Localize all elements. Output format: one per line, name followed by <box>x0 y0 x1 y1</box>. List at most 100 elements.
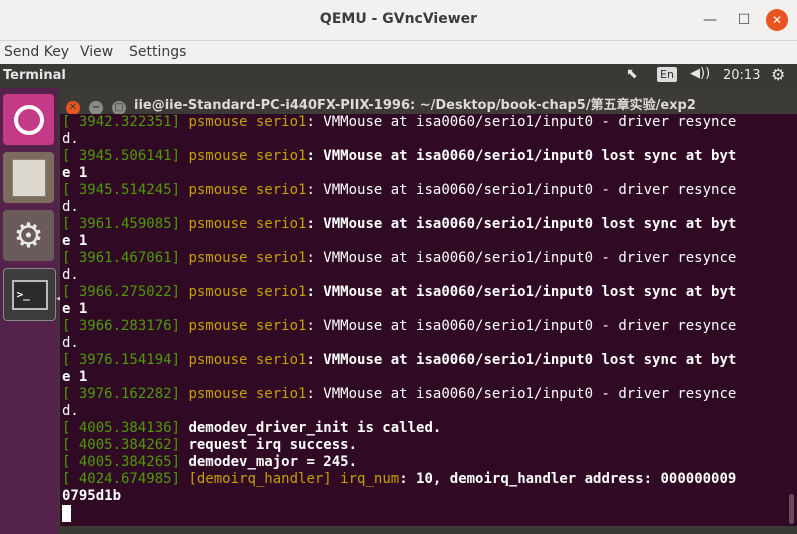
terminal-line: d. <box>62 199 79 216</box>
terminal-titlebar: ✕ − □ iie@iie-Standard-PC-i440FX-PIIX-19… <box>60 90 797 115</box>
terminal-source: psmouse <box>180 148 256 164</box>
terminal-timestamp: [ 4005.384262] <box>62 437 181 453</box>
ubuntu-dash-icon[interactable] <box>3 94 54 145</box>
terminal-line: d. <box>62 267 79 284</box>
terminal-line: [ 4024.674985] [demoirq_handler] irq_num… <box>62 471 736 488</box>
terminal-device: serio1 <box>255 318 307 334</box>
terminal-line: [ 3961.459085] psmouse serio1: VMMouse a… <box>62 216 736 233</box>
terminal-message: : VMMouse at isa0060/serio1/input0 - dri… <box>306 386 737 402</box>
menu-send-key[interactable]: Send Key <box>4 44 69 60</box>
scrollbar-thumb[interactable] <box>789 494 794 524</box>
terminal-message: : VMMouse at isa0060/serio1/input0 lost … <box>306 148 737 164</box>
terminal-timestamp: [ 3961.459085] <box>62 216 181 232</box>
terminal-message: : VMMouse at isa0060/serio1/input0 lost … <box>306 216 737 232</box>
terminal-device: serio1 <box>255 148 307 164</box>
terminal-timestamp: [ 4005.384265] <box>62 454 181 470</box>
terminal-line: [ 3942.322351] psmouse serio1: VMMouse a… <box>62 114 736 131</box>
terminal-prompt-icon: >_ <box>11 279 48 310</box>
terminal-device: serio1 <box>255 284 307 300</box>
active-app-name: Terminal <box>3 68 66 83</box>
terminal-message: e 1 <box>62 165 88 181</box>
terminal-message: : 10, demoirq_handler address: 000000009 <box>399 471 737 487</box>
settings-icon[interactable]: ⚙ <box>3 210 54 261</box>
terminal-message: request irq success. <box>180 437 358 453</box>
terminal-line: [ 3966.283176] psmouse serio1: VMMouse a… <box>62 318 736 335</box>
terminal-line: d. <box>62 131 79 148</box>
terminal-line: [ 4005.384265] demodev_major = 245. <box>62 454 357 471</box>
terminal-line: e 1 <box>62 301 87 318</box>
terminal-timestamp: [ 3961.467061] <box>62 250 181 266</box>
input-language-indicator[interactable]: En <box>657 67 677 82</box>
terminal-source: psmouse <box>180 216 256 232</box>
terminal-message: demodev_driver_init is called. <box>180 420 442 436</box>
terminal-device: serio1 <box>255 114 307 130</box>
terminal-source: psmouse <box>180 182 256 198</box>
terminal-timestamp: [ 3976.162282] <box>62 386 181 402</box>
qemu-titlebar: QEMU - GVncViewer — ☐ ✕ <box>0 0 797 41</box>
terminal-timestamp: [ 3945.506141] <box>62 148 181 164</box>
terminal-source: psmouse <box>180 250 256 266</box>
terminal-message: e 1 <box>62 233 88 249</box>
terminal-device: serio1 <box>255 250 307 266</box>
terminal-cursor <box>62 505 71 522</box>
volume-icon[interactable]: ◀)) <box>690 66 710 81</box>
window-title: QEMU - GVncViewer <box>319 11 478 27</box>
maximize-button[interactable]: ☐ <box>732 8 756 32</box>
terminal-message: : VMMouse at isa0060/serio1/input0 - dri… <box>306 250 737 266</box>
terminal-message: d. <box>62 131 79 147</box>
terminal-device: serio1 <box>255 352 307 368</box>
terminal-message: d. <box>62 267 79 283</box>
minimize-button[interactable]: — <box>698 8 722 32</box>
terminal-source: psmouse <box>180 386 256 402</box>
terminal-message: d. <box>62 199 79 215</box>
terminal-device: serio1 <box>255 182 307 198</box>
terminal-line: [ 3966.275022] psmouse serio1: VMMouse a… <box>62 284 736 301</box>
guest-top-panel: Terminal ⬉ En ◀)) 20:13 ⚙ <box>0 64 797 88</box>
terminal-line: e 1 <box>62 165 87 182</box>
terminal-line: e 1 <box>62 233 87 250</box>
terminal-line: [ 3961.467061] psmouse serio1: VMMouse a… <box>62 250 736 267</box>
terminal-output[interactable]: [ 3942.322351] psmouse serio1: VMMouse a… <box>60 114 786 526</box>
terminal-source: [demoirq_handler] <box>180 471 341 487</box>
terminal-maximize-button[interactable]: □ <box>112 101 127 115</box>
menu-view[interactable]: View <box>80 44 113 60</box>
terminal-line: 0795d1b <box>62 488 121 505</box>
terminal-line: [ 4005.384262] request irq success. <box>62 437 357 454</box>
terminal-line: d. <box>62 403 79 420</box>
terminal-message: d. <box>62 403 79 419</box>
terminal-minimize-button[interactable]: − <box>89 101 104 115</box>
terminal-line: d. <box>62 335 79 352</box>
terminal-timestamp: [ 3966.275022] <box>62 284 181 300</box>
terminal-message: : VMMouse at isa0060/serio1/input0 lost … <box>306 352 737 368</box>
terminal-title: iie@iie-Standard-PC-i440FX-PIIX-1996: ~/… <box>134 98 696 113</box>
terminal-device: irq_num <box>340 471 400 487</box>
terminal-source: psmouse <box>180 114 256 130</box>
terminal-line: [ 3945.506141] psmouse serio1: VMMouse a… <box>62 148 736 165</box>
terminal-message: e 1 <box>62 301 88 317</box>
terminal-line: [ 4005.384136] demodev_driver_init is ca… <box>62 420 441 437</box>
terminal-timestamp: [ 4005.384136] <box>62 420 181 436</box>
settings-gear-icon: ⚙ <box>13 215 44 256</box>
terminal-timestamp: [ 3976.154194] <box>62 352 181 368</box>
menu-settings[interactable]: Settings <box>129 44 186 60</box>
terminal-message: : VMMouse at isa0060/serio1/input0 - dri… <box>306 114 737 130</box>
menu-bar: Send Key View Settings <box>0 41 797 64</box>
terminal-close-button[interactable]: ✕ <box>66 101 80 115</box>
terminal-icon[interactable]: >_ <box>3 268 56 321</box>
terminal-source: psmouse <box>180 284 256 300</box>
files-icon[interactable] <box>3 152 54 203</box>
terminal-timestamp: [ 4024.674985] <box>62 471 181 487</box>
terminal-scrollbar[interactable] <box>786 114 797 526</box>
terminal-device: serio1 <box>255 216 307 232</box>
system-menu-gear-icon[interactable]: ⚙ <box>771 65 785 84</box>
terminal-line: [ 3976.154194] psmouse serio1: VMMouse a… <box>62 352 736 369</box>
terminal-timestamp: [ 3945.514245] <box>62 182 181 198</box>
close-button[interactable]: ✕ <box>766 9 788 31</box>
clock[interactable]: 20:13 <box>723 68 760 83</box>
terminal-source: psmouse <box>180 318 256 334</box>
terminal-message: e 1 <box>62 369 88 385</box>
launcher: ⚙ >_ ◀ <box>0 88 63 534</box>
terminal-message: d. <box>62 335 79 351</box>
terminal-timestamp: [ 3942.322351] <box>62 114 181 130</box>
terminal-line: [ 3945.514245] psmouse serio1: VMMouse a… <box>62 182 736 199</box>
